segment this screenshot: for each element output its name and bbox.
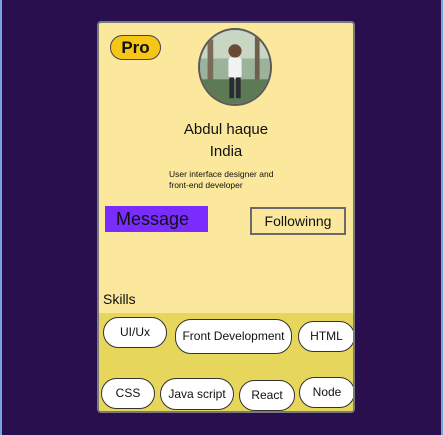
skill-chip-javascript[interactable]: Java script bbox=[160, 378, 234, 410]
following-button[interactable]: Followinng bbox=[250, 207, 346, 235]
skill-chip-react[interactable]: React bbox=[239, 380, 295, 411]
skill-chip-css[interactable]: CSS bbox=[101, 378, 155, 409]
profile-name: Abdul haque bbox=[183, 121, 269, 138]
profile-country: India bbox=[209, 143, 243, 160]
avatar[interactable] bbox=[198, 28, 272, 106]
skill-chip-html[interactable]: HTML bbox=[298, 321, 353, 352]
skills-list: UI/Ux Front Development HTML CSS Java sc… bbox=[99, 313, 353, 411]
skill-chip-front-development[interactable]: Front Development bbox=[175, 319, 292, 354]
profile-photo-icon bbox=[200, 30, 270, 104]
profile-bio: User interface designer and front-end de… bbox=[169, 169, 274, 190]
skill-chip-node[interactable]: Node bbox=[299, 377, 353, 408]
pro-badge: Pro bbox=[110, 35, 161, 60]
skill-chip-uiux[interactable]: UI/Ux bbox=[103, 317, 167, 348]
skills-title: Skills bbox=[103, 291, 136, 307]
frame-border-left bbox=[0, 0, 2, 435]
message-button[interactable]: Message bbox=[105, 206, 208, 232]
profile-card: Pro Abdul haque India User interface des… bbox=[97, 21, 355, 413]
